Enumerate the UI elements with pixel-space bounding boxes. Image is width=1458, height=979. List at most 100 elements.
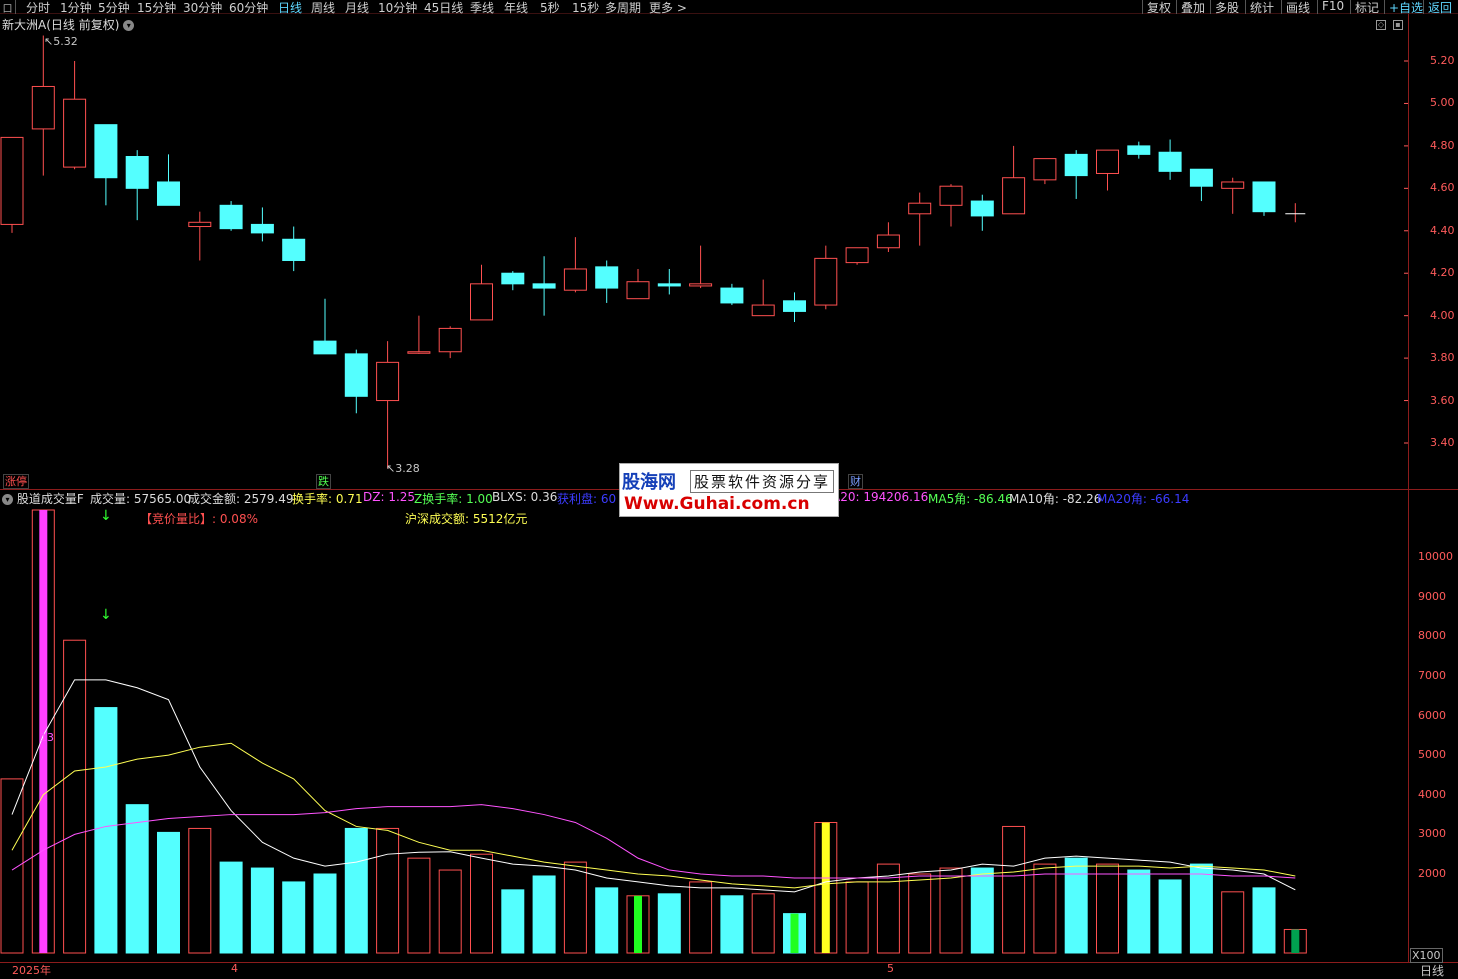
indicator-name: ▾ 股道成交量F <box>2 490 84 507</box>
toolbar-button-0[interactable]: 复权 <box>1142 0 1175 15</box>
volume-bar-highlight <box>790 913 799 953</box>
volume-bar <box>1064 857 1088 954</box>
volume-bar <box>939 867 963 954</box>
toolbar-button-6[interactable]: 标记 <box>1350 0 1383 15</box>
down-arrow-icon: ↓ <box>100 508 112 524</box>
indicator-value-9: MA10角: -82.26 <box>1009 492 1102 506</box>
candle-body <box>1064 153 1088 177</box>
candle-body <box>1127 145 1151 155</box>
indicator-value-8: MA5角: -86.46 <box>928 492 1013 506</box>
volume-bar <box>63 639 87 954</box>
candle-body <box>1252 181 1276 213</box>
high-price: 5.32 <box>53 35 78 48</box>
indicator-value-5: BLXS: 0.36 <box>492 490 558 504</box>
volume-tick-label: 9000 <box>1418 589 1446 603</box>
volume-tick-label: 4000 <box>1418 787 1446 801</box>
volume-tick-label: 7000 <box>1418 668 1446 682</box>
chevron-down-icon[interactable]: ▾ <box>2 494 13 505</box>
indicator-value-1: 成交金额: 2579.49 <box>188 492 294 506</box>
volume-bar <box>751 893 775 954</box>
volume-bar <box>125 804 149 954</box>
candle-body <box>313 340 337 355</box>
window-toggle-icon[interactable]: 口 <box>0 0 16 15</box>
toolbar-button-5[interactable]: F10 <box>1317 0 1348 14</box>
candle-body <box>157 181 180 206</box>
price-tick-label: 4.00 <box>1430 308 1455 322</box>
x-label-may: 5 <box>887 962 894 975</box>
x-label-april: 4 <box>231 962 238 975</box>
candle-body <box>125 156 149 189</box>
candle-body <box>751 304 775 317</box>
volume-bar <box>689 881 713 954</box>
volume-bar <box>157 831 180 954</box>
logo-subtitle: 股票软件资源分享 <box>690 470 835 493</box>
candle-body <box>595 266 619 289</box>
candle-body <box>657 283 681 287</box>
price-tick-label: 3.80 <box>1430 351 1455 365</box>
logo-title: 股海网 <box>622 472 676 493</box>
candle-body <box>282 238 306 261</box>
indicator-value-3: DZ: 1.25 <box>363 490 416 504</box>
candle-body <box>876 234 900 249</box>
price-tick-label: 3.40 <box>1430 436 1455 449</box>
candle-body <box>1002 177 1026 215</box>
toolbar-button-1[interactable]: 叠加 <box>1176 0 1209 15</box>
volume-tick-label: 2000 <box>1418 867 1446 880</box>
candle-body <box>438 327 462 353</box>
candle-body <box>31 85 55 130</box>
candle-body <box>250 223 274 234</box>
volume-bar <box>1096 863 1119 954</box>
volume-bar <box>970 867 994 954</box>
volume-bar <box>908 873 932 954</box>
price-tick-label: 4.80 <box>1430 138 1455 152</box>
indicator-value-2: 换手率: 0.71 <box>292 492 363 506</box>
candle-body <box>689 283 713 287</box>
toolbar-button-7[interactable]: +自选 <box>1384 0 1427 15</box>
toolbar-button-2[interactable]: 多股 <box>1210 0 1243 15</box>
candle-body <box>939 185 963 206</box>
candle-body <box>532 283 556 289</box>
volume-tick-label: 10000 <box>1418 550 1453 563</box>
toolbar-button-8[interactable]: 返回 <box>1423 0 1456 15</box>
auction-ratio: 【竞价量比】: 0.08% <box>140 512 258 526</box>
price-axis <box>1408 14 1458 492</box>
volume-bar <box>94 707 118 954</box>
price-tick-label: 4.60 <box>1430 181 1455 195</box>
volume-bar <box>1252 887 1276 954</box>
toolbar-button-3[interactable]: 统计 <box>1245 0 1278 15</box>
volume-bar <box>376 827 400 954</box>
limit-up-badge[interactable]: 涨停 <box>3 474 29 489</box>
volume-multiplier: X100 <box>1410 948 1443 963</box>
high-annotation: ↖5.32 <box>44 35 78 48</box>
candle-body <box>720 287 744 304</box>
volume-tick-label: 5000 <box>1418 748 1446 762</box>
bottom-separator <box>0 962 1458 963</box>
low-price: 3.28 <box>395 462 420 475</box>
volume-bar <box>720 895 744 954</box>
indicator-value-6: 获利盘: 60 <box>557 492 617 506</box>
x-label-year: 2025年 <box>12 964 51 977</box>
finance-badge[interactable]: 财 <box>848 474 863 489</box>
candle-body <box>0 136 24 225</box>
volume-bar <box>1189 863 1213 954</box>
candle-body <box>219 204 243 230</box>
fall-badge[interactable]: 跌 <box>316 474 331 489</box>
price-chart[interactable] <box>0 14 1408 490</box>
indicator-value-10: MA20角: -66.14 <box>1097 492 1190 506</box>
indicator-value-4: Z换手率: 1.00 <box>414 492 493 506</box>
volume-tick-label: 8000 <box>1418 629 1446 643</box>
period-label[interactable]: 日线 <box>1420 962 1444 979</box>
volume-bar <box>501 889 525 954</box>
volume-bar <box>657 893 681 954</box>
volume-chart[interactable] <box>0 490 1408 960</box>
candle-body <box>376 361 400 402</box>
toolbar-button-4[interactable]: 画线 <box>1281 0 1314 15</box>
candle-body <box>1033 158 1057 181</box>
price-tick-label: 5.20 <box>1430 54 1455 67</box>
volume-bar-highlight <box>821 822 830 953</box>
candle-body <box>1096 149 1119 174</box>
candle-body <box>188 221 212 228</box>
candle-body <box>626 281 650 300</box>
candle-body <box>814 257 838 306</box>
volume-bar <box>188 827 212 954</box>
